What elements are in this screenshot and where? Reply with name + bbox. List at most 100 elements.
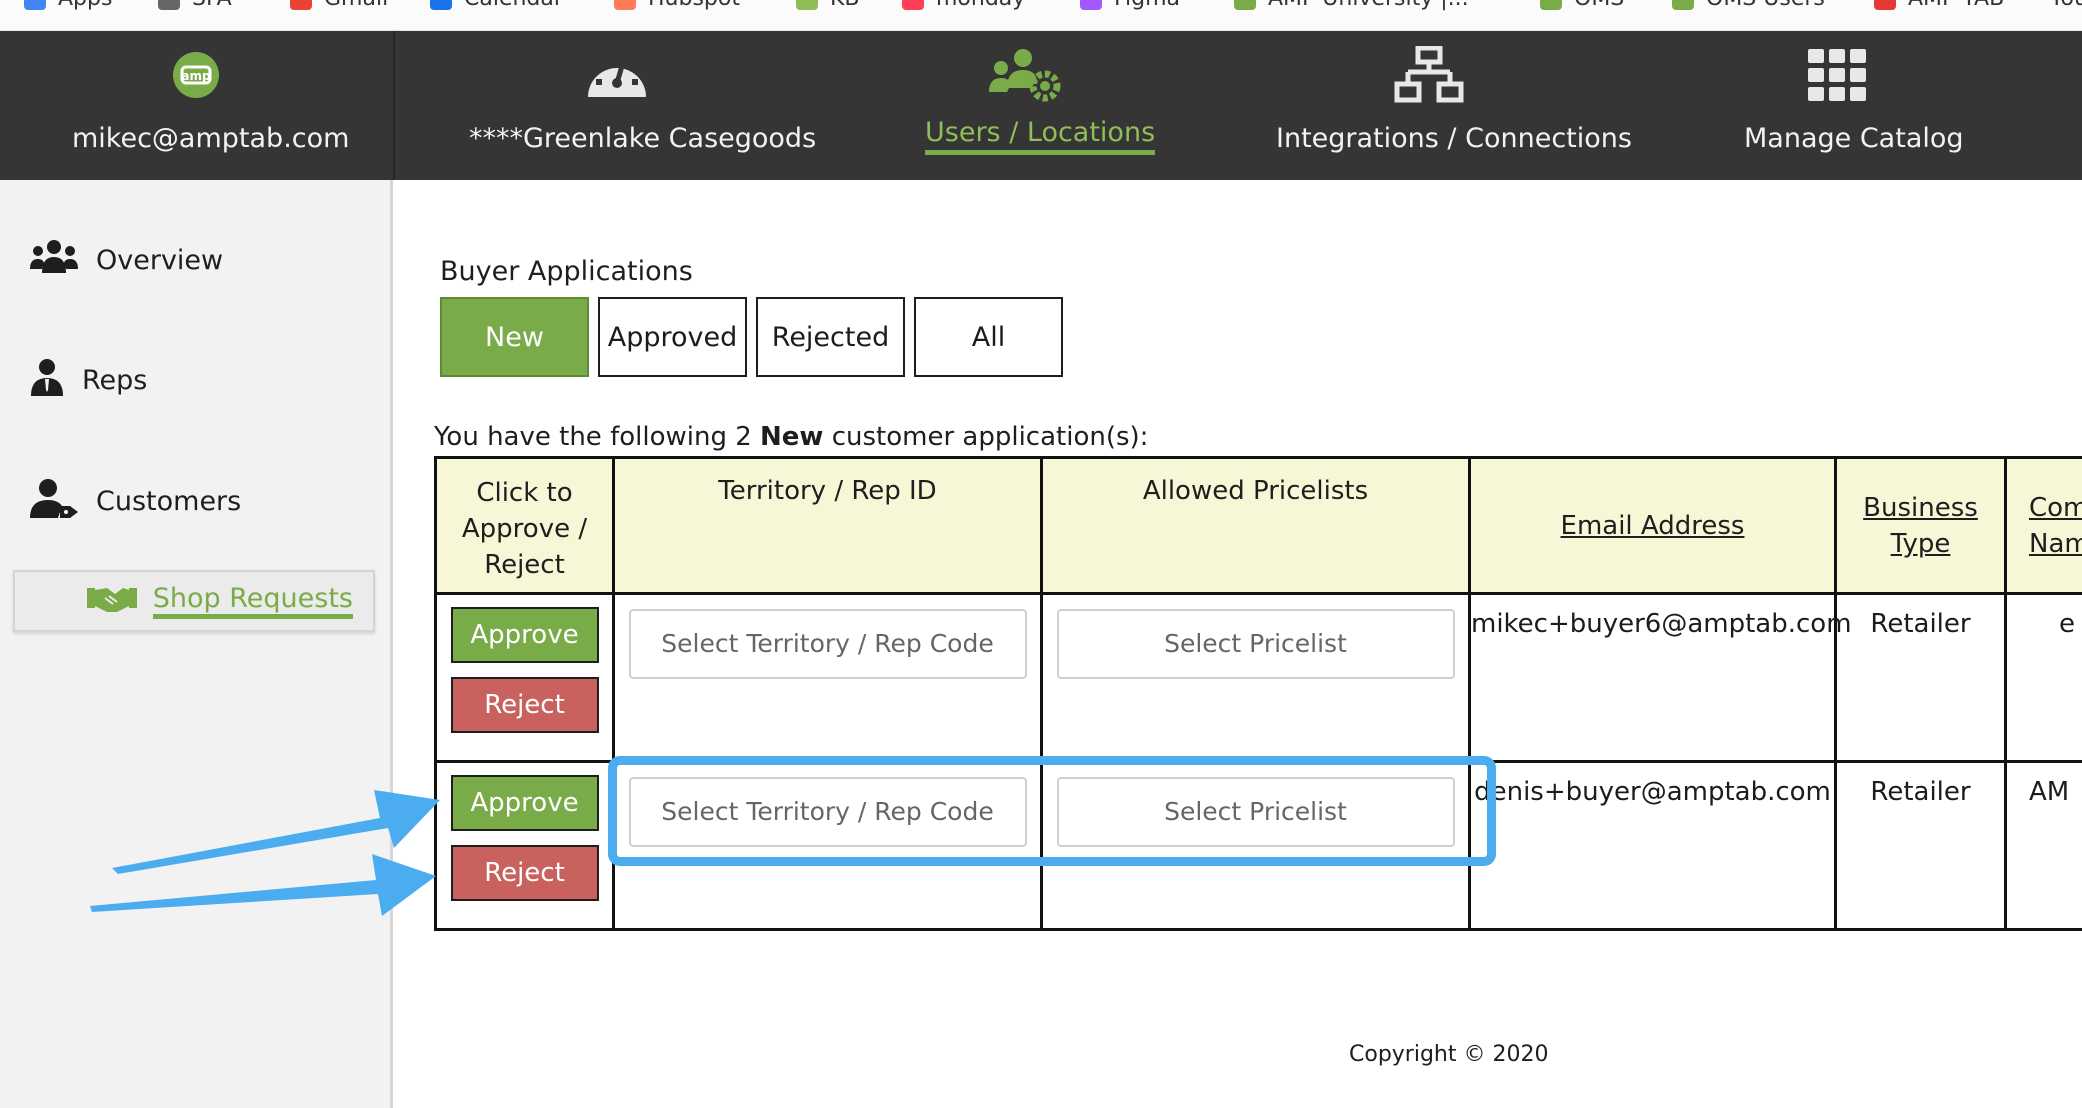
summary-bold: New	[760, 422, 824, 452]
header-action-text: Click to Approve / Reject	[461, 478, 588, 580]
dashboard-gauge-icon	[583, 47, 651, 103]
nav-item-users-locations-label: Users / Locations	[925, 117, 1156, 155]
sidebar-item-overview-label: Overview	[96, 245, 224, 276]
email-text: denis+buyer@amptab.com	[1474, 777, 1831, 807]
gmail-icon	[290, 0, 312, 10]
customer-tag-icon	[30, 478, 78, 525]
network-icon	[1393, 46, 1465, 103]
nav-account-email: mikec@amptab.com	[72, 123, 350, 154]
header-territory: Territory / Rep ID	[612, 456, 1043, 595]
header-pricelists: Allowed Pricelists	[1040, 456, 1471, 595]
sidebar-item-shop-requests-label: Shop Requests	[152, 583, 353, 619]
header-business-text: Business Type	[1863, 492, 1978, 559]
sidebar-item-customers[interactable]: Customers	[30, 478, 241, 525]
amp-tab-icon	[1874, 0, 1896, 10]
header-email[interactable]: Email Address	[1468, 456, 1837, 595]
bookmark-calendar[interactable]: Calendar	[430, 0, 563, 11]
sidebar-item-reps-label: Reps	[82, 365, 148, 396]
sidebar-item-reps[interactable]: Reps	[30, 358, 147, 403]
calendar-icon	[430, 0, 452, 10]
bookmark-you[interactable]: You	[2050, 0, 2082, 11]
business-type-text: Retailer	[1870, 609, 1971, 639]
handshake-icon	[86, 584, 137, 618]
row-business-type: Retailer	[1834, 592, 2007, 763]
business-type-text: Retailer	[1870, 777, 1971, 807]
annotation-highlight-box	[608, 756, 1496, 866]
header-company-text: Company Name	[2029, 492, 2082, 559]
header-business-type[interactable]: Business Type	[1834, 456, 2007, 595]
table-row: Approve Reject Select Territory / Rep Co…	[434, 592, 2082, 763]
nav-item-integrations-label: Integrations / Connections	[1276, 123, 1632, 154]
bookmark-monday[interactable]: monday	[902, 0, 1025, 11]
amp-logo-icon: amp	[170, 47, 222, 103]
tab-approved[interactable]: Approved	[598, 297, 747, 377]
copyright-text: Copyright © 2020	[1349, 1042, 1549, 1067]
bookmark-amp-tab[interactable]: AMP TAB	[1874, 0, 2004, 11]
nav-item-manage-catalog[interactable]: Manage Catalog	[1651, 31, 2023, 180]
monday-icon	[902, 0, 924, 10]
sidebar-item-shop-requests[interactable]: Shop Requests	[13, 570, 375, 632]
approve-button[interactable]: Approve	[450, 775, 599, 831]
row-email: denis+buyer@amptab.com	[1468, 760, 1837, 931]
application-tabs: New Approved Rejected All	[440, 297, 1063, 377]
folder-icon	[158, 0, 180, 10]
sidebar-item-customers-label: Customers	[96, 486, 242, 517]
hubspot-icon	[614, 0, 636, 10]
bookmark-kb[interactable]: KB	[796, 0, 860, 11]
row-email: mikec+buyer6@amptab.com	[1468, 592, 1852, 763]
tab-rejected[interactable]: Rejected	[756, 297, 905, 377]
bookmark-apps[interactable]: Apps	[24, 0, 112, 11]
grid-icon	[1807, 47, 1867, 103]
company-text: e	[2059, 609, 2075, 639]
bookmark-oms-users[interactable]: OMS Users	[1672, 0, 1825, 11]
tab-all[interactable]: All	[914, 297, 1063, 377]
nav-account[interactable]: amp mikec@amptab.com	[0, 31, 393, 180]
header-pricelists-text: Allowed Pricelists	[1142, 476, 1369, 506]
reject-button[interactable]: Reject	[450, 677, 599, 733]
amp-university-icon	[1234, 0, 1256, 10]
summary-suffix: customer application(s):	[823, 422, 1149, 452]
sidebar-item-overview[interactable]: Overview	[30, 239, 223, 282]
bookmark-hubspot[interactable]: Hubspot	[614, 0, 740, 11]
nav-item-dashboard[interactable]: ****Greenlake Casegoods	[395, 31, 837, 180]
users-gear-icon	[987, 47, 1063, 103]
header-territory-text: Territory / Rep ID	[718, 476, 937, 506]
oms-icon	[1540, 0, 1562, 10]
reject-button[interactable]: Reject	[450, 845, 599, 901]
row-territory: Select Territory / Rep Code	[612, 592, 1043, 763]
applications-summary: You have the following 2 New customer ap…	[434, 422, 1148, 452]
bookmark-oms[interactable]: OMS	[1540, 0, 1624, 11]
header-company-name[interactable]: Company Name	[2004, 456, 2082, 595]
bookmark-gmail[interactable]: Gmail	[290, 0, 388, 11]
header-email-text: Email Address	[1560, 510, 1745, 541]
sidebar: Overview Reps Customers Shop Requests	[0, 180, 393, 1108]
kb-icon	[796, 0, 818, 10]
territory-select[interactable]: Select Territory / Rep Code	[628, 609, 1027, 679]
figma-icon	[1080, 0, 1102, 10]
users-group-icon	[30, 239, 78, 282]
row-actions: Approve Reject	[434, 760, 615, 931]
nav-item-manage-catalog-label: Manage Catalog	[1744, 123, 1964, 154]
row-company: e	[2004, 592, 2082, 763]
tab-new[interactable]: New	[440, 297, 589, 377]
bookmark-sfa[interactable]: SFA	[158, 0, 232, 11]
nav-item-integrations[interactable]: Integrations / Connections	[1209, 31, 1651, 180]
header-action: Click to Approve / Reject	[434, 456, 615, 595]
row-actions: Approve Reject	[434, 592, 615, 763]
row-company: AM	[2004, 760, 2082, 931]
bookmarks-bar: Apps SFA Gmail Calendar Hubspot KB monda…	[0, 0, 2082, 31]
section-title: Buyer Applications	[440, 256, 693, 287]
bookmark-figma[interactable]: Figma	[1080, 0, 1180, 11]
nav-item-users-locations[interactable]: Users / Locations	[837, 31, 1209, 180]
table-header-row: Click to Approve / Reject Territory / Re…	[434, 456, 2082, 595]
top-nav: amp mikec@amptab.com ****Greenlake Caseg…	[0, 31, 2082, 180]
svg-text:amp: amp	[181, 69, 211, 83]
company-text: AM	[2029, 777, 2070, 807]
rep-icon	[30, 358, 64, 403]
pricelist-select[interactable]: Select Pricelist	[1056, 609, 1455, 679]
bookmark-amp-university[interactable]: AMP University |...	[1234, 0, 1469, 11]
email-text: mikec+buyer6@amptab.com	[1471, 609, 1852, 639]
oms-users-icon	[1672, 0, 1694, 10]
approve-button[interactable]: Approve	[450, 607, 599, 663]
summary-prefix: You have the following 2	[434, 422, 761, 452]
